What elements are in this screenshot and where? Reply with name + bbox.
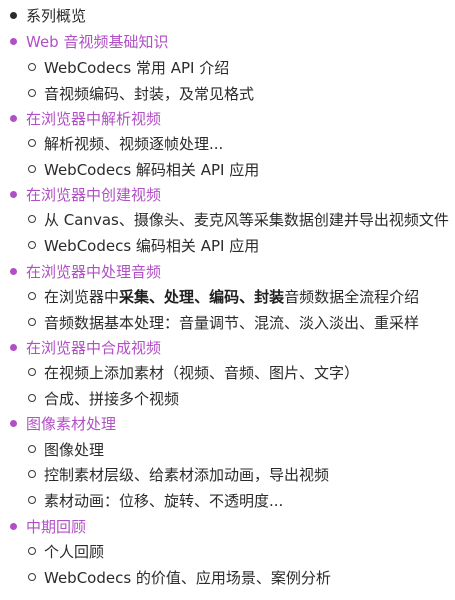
hollow-bullet-icon: [28, 318, 36, 326]
list-item-text: 图像处理: [44, 441, 105, 459]
list-item: 控制素材层级、给素材添加动画，导出视频: [0, 462, 329, 488]
list-item: 从 Canvas、摄像头、麦克风等采集数据创建并导出视频文件: [0, 207, 449, 233]
text-part-bold: 处理: [164, 288, 195, 306]
text-part-bold: 采集: [119, 288, 150, 306]
section-title-link[interactable]: 在浏览器中解析视频: [26, 110, 161, 128]
section-title-link[interactable]: 在浏览器中处理音频: [26, 263, 161, 281]
section-web-av-basics[interactable]: Web 音视频基础知识: [0, 29, 168, 55]
text-part-bold: 、: [239, 288, 255, 306]
list-item-text: WebCodecs 编码相关 API 应用: [44, 237, 260, 255]
hollow-bullet-icon: [28, 573, 36, 581]
hollow-bullet-icon: [28, 63, 36, 71]
list-item-text: 音视频编码、封装，及常见格式: [44, 85, 255, 103]
list-item-text: WebCodecs 解码相关 API 应用: [44, 161, 260, 179]
hollow-bullet-icon: [28, 445, 36, 453]
section-title-link[interactable]: 中期回顾: [26, 518, 86, 536]
hollow-bullet-icon: [28, 470, 36, 478]
section-title-link[interactable]: Web 音视频基础知识: [26, 33, 168, 51]
text-part-bold: 、: [149, 288, 165, 306]
section-overview: 系列概览: [0, 3, 86, 29]
hollow-bullet-icon: [28, 368, 36, 376]
bullet-icon: [10, 38, 17, 45]
hollow-bullet-icon: [28, 241, 36, 249]
list-item-text: 解析视频、视频逐帧处理...: [44, 135, 224, 153]
text-part: 在浏览器中: [44, 288, 120, 306]
list-item: 合成、拼接多个视频: [0, 386, 179, 412]
list-item: 个人回顾: [0, 539, 104, 565]
bullet-icon: [10, 344, 17, 351]
list-item: 音视频编码、封装，及常见格式: [0, 81, 254, 107]
list-item: WebCodecs 解码相关 API 应用: [0, 157, 259, 183]
hollow-bullet-icon: [28, 547, 36, 555]
section-title-link[interactable]: 图像素材处理: [26, 415, 116, 433]
bullet-icon: [10, 420, 17, 427]
outline-document: 系列概览 Web 音视频基础知识 WebCodecs 常用 API 介绍 音视频…: [0, 0, 455, 600]
hollow-bullet-icon: [28, 139, 36, 147]
section-title-link[interactable]: 在浏览器中合成视频: [26, 339, 161, 357]
section-midterm-review[interactable]: 中期回顾: [0, 514, 86, 540]
list-item-text: 合成、拼接多个视频: [44, 390, 180, 408]
section-process-audio[interactable]: 在浏览器中处理音频: [0, 259, 161, 285]
section-image-assets[interactable]: 图像素材处理: [0, 411, 116, 437]
section-title: 系列概览: [26, 7, 87, 25]
list-item: WebCodecs 常用 API 介绍: [0, 55, 229, 81]
bullet-icon: [10, 268, 17, 275]
list-item-text: 控制素材层级、给素材添加动画，导出视频: [44, 466, 330, 484]
text-part-bold: 封装: [254, 288, 285, 306]
list-item: 素材动画：位移、旋转、不透明度...: [0, 488, 283, 514]
list-item: 图像处理: [0, 437, 104, 463]
bullet-icon: [10, 115, 17, 122]
section-create-video[interactable]: 在浏览器中创建视频: [0, 182, 161, 208]
list-item-text: 个人回顾: [44, 543, 105, 561]
list-item: WebCodecs 编码相关 API 应用: [0, 233, 259, 259]
list-item-text: 音频数据基本处理：音量调节、混流、淡入淡出、重采样: [44, 314, 420, 332]
hollow-bullet-icon: [28, 496, 36, 504]
hollow-bullet-icon: [28, 292, 36, 300]
text-part-bold: 编码: [209, 288, 240, 306]
bullet-icon: [10, 523, 17, 530]
bullet-icon: [10, 12, 17, 19]
list-item: 音频数据基本处理：音量调节、混流、淡入淡出、重采样: [0, 310, 419, 336]
list-item-text: 素材动画：位移、旋转、不透明度...: [44, 492, 284, 510]
list-item-text: 在浏览器中采集、处理、编码、封装音频数据全流程介绍: [44, 288, 419, 306]
list-item-text: 从 Canvas、摄像头、麦克风等采集数据创建并导出视频文件: [44, 211, 449, 229]
list-item-text: 在视频上添加素材（视频、音频、图片、文字）: [44, 364, 360, 382]
section-title-link[interactable]: 在浏览器中创建视频: [26, 186, 161, 204]
hollow-bullet-icon: [28, 165, 36, 173]
list-item-text: WebCodecs 常用 API 介绍: [44, 59, 230, 77]
list-item-text: WebCodecs 的价值、应用场景、案例分析: [44, 569, 331, 587]
hollow-bullet-icon: [28, 215, 36, 223]
list-item: 解析视频、视频逐帧处理...: [0, 131, 223, 157]
hollow-bullet-icon: [28, 394, 36, 402]
section-compose-video[interactable]: 在浏览器中合成视频: [0, 335, 161, 361]
text-part-bold: 、: [194, 288, 210, 306]
hollow-bullet-icon: [28, 89, 36, 97]
list-item: WebCodecs 的价值、应用场景、案例分析: [0, 565, 331, 591]
list-item: 在视频上添加素材（视频、音频、图片、文字）: [0, 360, 359, 386]
section-parse-video[interactable]: 在浏览器中解析视频: [0, 106, 161, 132]
list-item: 在浏览器中采集、处理、编码、封装音频数据全流程介绍: [0, 284, 419, 310]
bullet-icon: [10, 191, 17, 198]
text-part: 音频数据全流程介绍: [284, 288, 420, 306]
